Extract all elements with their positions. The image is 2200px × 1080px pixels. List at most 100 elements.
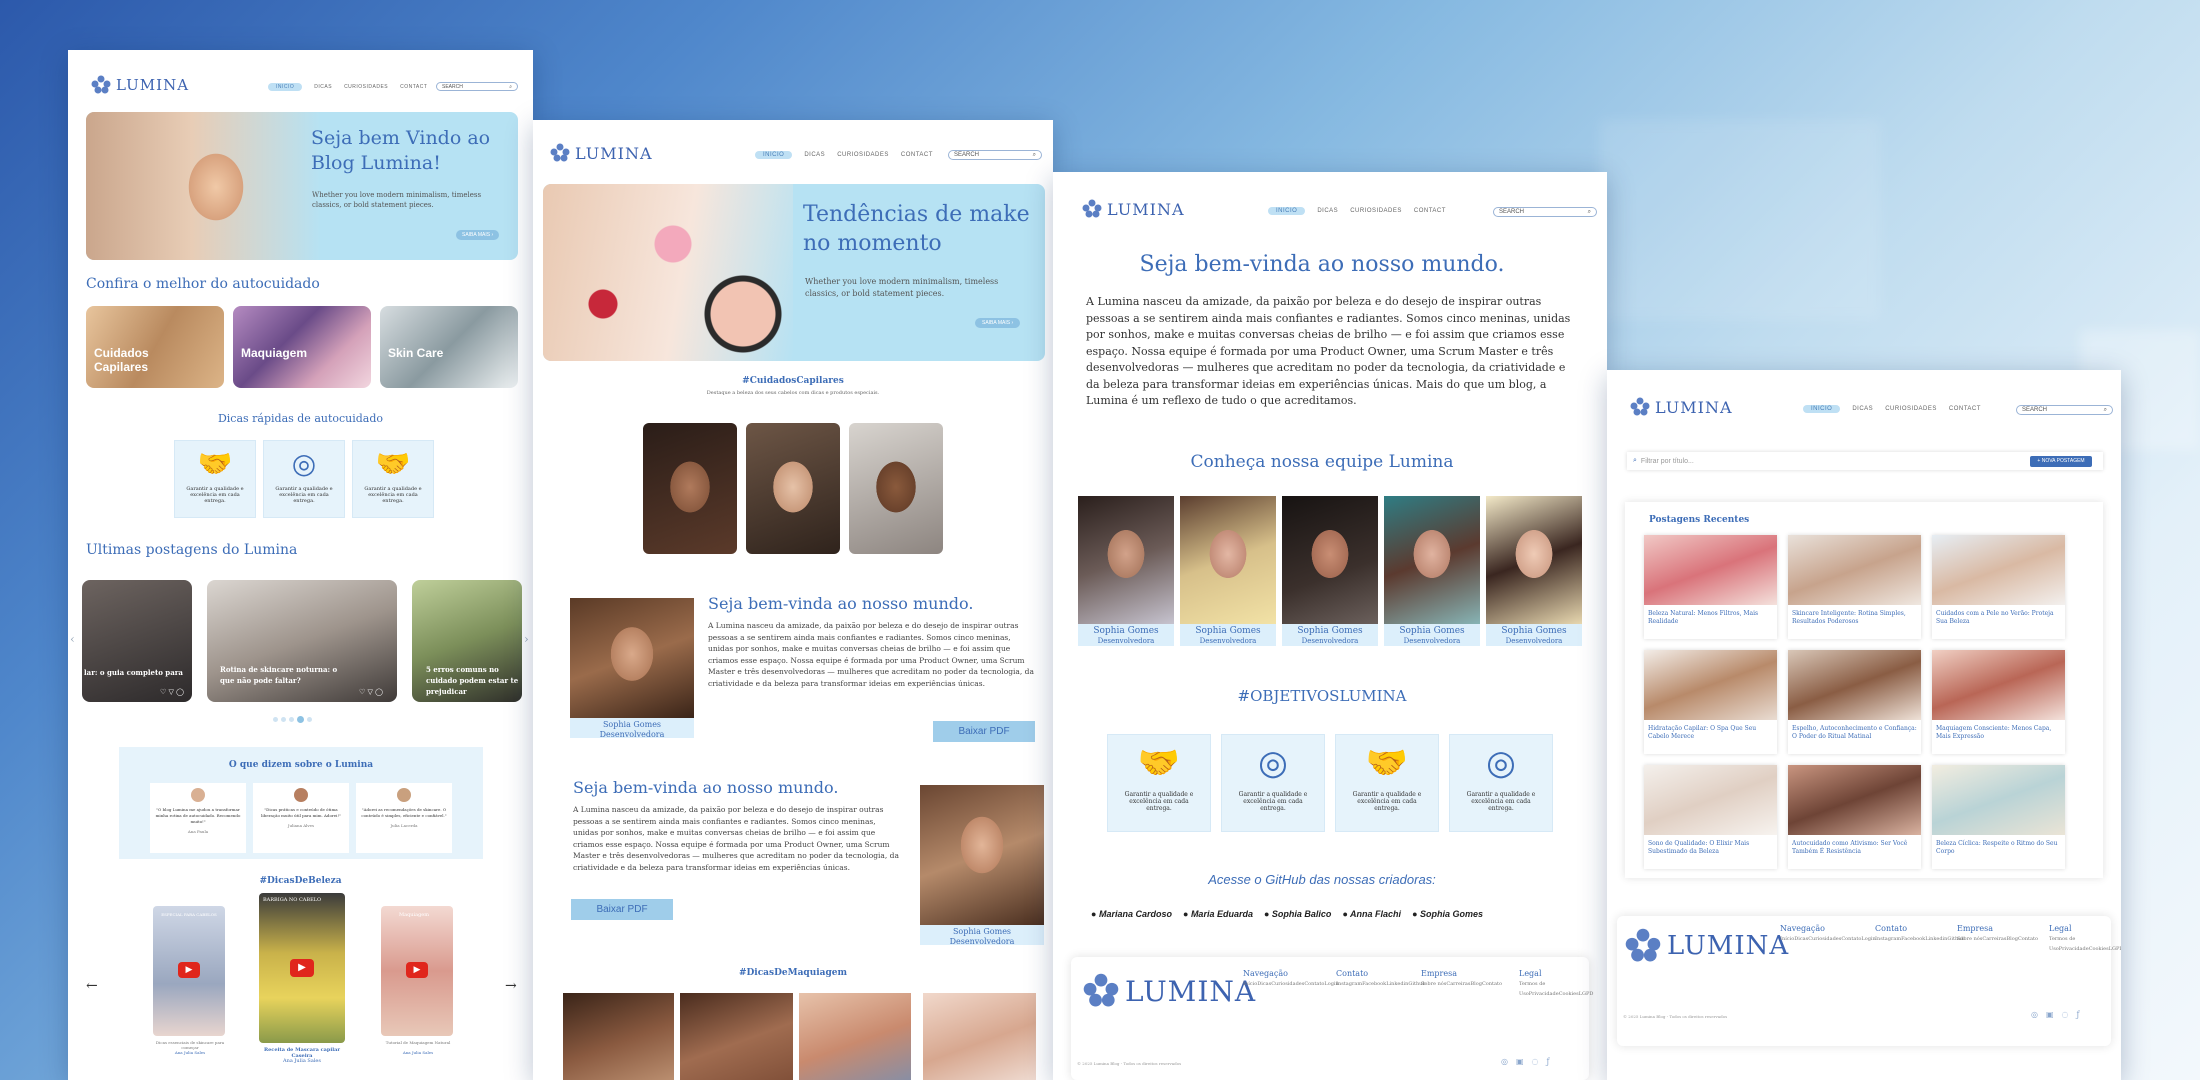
whatsapp-icon[interactable]: ◌ <box>2062 1010 2069 1019</box>
facebook-icon[interactable]: ƒ <box>2077 1010 2080 1019</box>
reel-author[interactable]: Ana Julia Sales <box>148 1050 232 1055</box>
logo[interactable]: LUMINA <box>549 142 653 164</box>
search-input[interactable]: SEARCH ⌕ <box>948 150 1042 160</box>
nav-dicas[interactable]: DICAS <box>804 152 825 158</box>
page2-screen: LUMINA INICIO DICAS CURIOSIDADES CONTACT… <box>533 120 1053 1080</box>
whatsapp-icon[interactable]: ◌ <box>1532 1057 1539 1066</box>
search-icon: ⌕ <box>1587 208 1591 215</box>
flower-logo-icon <box>550 143 570 162</box>
linkedin-icon[interactable]: ▣ <box>2046 1010 2054 1019</box>
instagram-icon[interactable]: ◎ <box>1501 1057 1508 1066</box>
prev-arrow[interactable]: ← <box>86 978 98 994</box>
linkedin-icon[interactable]: ▣ <box>1516 1057 1524 1066</box>
nav-curiosidades[interactable]: CURIOSIDADES <box>837 152 889 158</box>
logo[interactable]: LUMINA <box>1629 396 1733 418</box>
post-title: Autocuidado como Ativismo: Ser Você Tamb… <box>1792 840 1908 855</box>
post-card[interactable]: Maquiagem Consciente: Menos Capa, Mais E… <box>1932 650 2065 754</box>
search-input[interactable]: SEARCH ⌕ <box>2016 405 2113 415</box>
carousel-dots[interactable] <box>273 716 312 723</box>
reel-card[interactable]: BARBIGA NO CABELO ▶ <box>259 893 345 1043</box>
about-title: Seja bem-vinda ao nosso mundo. <box>708 594 974 613</box>
post-image <box>1788 650 1921 720</box>
post-card[interactable]: Hidratação Capilar: O Spa Que Seu Cabelo… <box>1644 650 1777 754</box>
reel-card[interactable]: Maquiagem ▶ <box>381 906 453 1036</box>
nav-curiosidades[interactable]: CURIOSIDADES <box>1885 406 1937 412</box>
next-arrow[interactable]: → <box>505 978 517 994</box>
github-link[interactable]: ● Sophia Balico <box>1264 909 1331 919</box>
post-card[interactable]: Rotina de skincare noturna: o que não po… <box>207 580 397 702</box>
footer-logo[interactable]: LUMINA <box>1081 971 1256 1011</box>
github-link[interactable]: ● Anna Flachi <box>1342 909 1401 919</box>
nav-inicio[interactable]: INICIO <box>1803 405 1841 413</box>
hero-button[interactable]: SAIBA MAIS › <box>456 230 500 240</box>
post-card[interactable]: 5 erros comuns no cuidado podem estar te… <box>412 580 522 702</box>
nav-curiosidades[interactable]: CURIOSIDADES <box>344 84 388 90</box>
post-image <box>1788 535 1921 605</box>
logo[interactable]: LUMINA <box>1081 198 1185 220</box>
search-input[interactable]: SEARCH ⌕ <box>436 82 518 91</box>
avatar <box>191 788 205 802</box>
footer-logo[interactable]: LUMINA <box>1623 926 1789 966</box>
nav-curiosidades[interactable]: CURIOSIDADES <box>1350 208 1402 214</box>
next-arrow[interactable]: › <box>524 632 529 646</box>
post-card[interactable]: Beleza Natural: Menos Filtros, Mais Real… <box>1644 535 1777 639</box>
pdf-button[interactable]: Baixar PDF <box>933 721 1035 742</box>
category-card[interactable]: Skin Care <box>380 306 518 388</box>
nav-contact[interactable]: CONTACT <box>1949 406 1981 412</box>
model-photo <box>799 993 911 1080</box>
flower-logo-icon <box>1625 928 1661 962</box>
hero-button[interactable]: SAIBA MAIS › <box>975 318 1021 328</box>
category-card[interactable]: Maquiagem <box>233 306 371 388</box>
facebook-icon[interactable]: ƒ <box>1547 1057 1550 1066</box>
github-link[interactable]: ● Maria Eduarda <box>1183 909 1253 919</box>
post-card[interactable]: Skincare Inteligente: Rotina Simples, Re… <box>1788 535 1921 639</box>
about-text: A Lumina nasceu da amizade, da paixão po… <box>708 621 1034 688</box>
pdf-button[interactable]: Baixar PDF <box>571 899 673 920</box>
post-card[interactable]: Espelho, Autoconhecimento e Confiança: O… <box>1788 650 1921 754</box>
post-card[interactable]: Sono de Qualidade: O Elixir Mais Subesti… <box>1644 765 1777 869</box>
page4-screen: LUMINA INICIO DICAS CURIOSIDADES CONTACT… <box>1607 370 2121 1080</box>
post-icons[interactable]: ♡ ▽ ◯ <box>160 688 184 696</box>
footer-col: LegalTermos de UsoPrivacidadeCookiesLGPD <box>1519 969 1594 997</box>
nav-contact[interactable]: CONTACT <box>1414 208 1446 214</box>
logo[interactable]: LUMINA <box>90 74 189 96</box>
search-input[interactable]: SEARCH ⌕ <box>1493 207 1597 217</box>
nav-dicas[interactable]: DICAS <box>314 84 332 90</box>
reel-author[interactable]: Ana Julia Sales <box>376 1050 460 1055</box>
copyright: © 2025 Lumina Blog - Todos os direitos r… <box>1077 1061 1182 1066</box>
nav-dicas[interactable]: DICAS <box>1317 208 1338 214</box>
footer-col: Contato InstagramFacebookLinkedinGithub <box>1336 969 1426 987</box>
github-link[interactable]: ● Mariana Cardoso <box>1091 909 1172 919</box>
post-icons[interactable]: ♡ ▽ ◯ <box>359 688 383 696</box>
hero-title: Tendências de make no momento <box>803 202 1030 256</box>
post-card[interactable]: Beleza Cíclica: Respeite o Ritmo do Seu … <box>1932 765 2065 869</box>
copyright: © 2025 Lumina Blog - Todos os direitos r… <box>1623 1014 1728 1019</box>
post-image <box>1644 535 1777 605</box>
nav-inicio[interactable]: INICIO <box>1268 207 1306 215</box>
nav-contact[interactable]: CONTACT <box>901 152 933 158</box>
nav-inicio[interactable]: INICIO <box>755 151 793 159</box>
flower-logo-icon <box>1082 199 1102 218</box>
nav-dicas[interactable]: DICAS <box>1852 406 1873 412</box>
hero-banner: Tendências de make no momento Whether yo… <box>543 184 1045 361</box>
post-card[interactable]: Autocuidado como Ativismo: Ser Você Tamb… <box>1788 765 1921 869</box>
reel-card[interactable]: ESPECIAL PARA CABELOS ▶ <box>153 906 225 1036</box>
github-link[interactable]: ● Sophia Gomes <box>1412 909 1483 919</box>
search-icon: ⌕ <box>509 83 512 90</box>
model-photo <box>923 993 1036 1080</box>
instagram-icon[interactable]: ◎ <box>2031 1010 2038 1019</box>
new-post-button[interactable]: + NOVA POSTAGEM <box>2030 456 2092 467</box>
about-text: A Lumina nasceu da amizade, da paixão po… <box>1086 295 1571 407</box>
nav-inicio[interactable]: INICIO <box>268 83 303 91</box>
nav-contact[interactable]: CONTACT <box>400 84 427 90</box>
play-icon[interactable]: ▶ <box>406 962 428 978</box>
model-photo <box>680 993 793 1080</box>
post-card[interactable]: lar: o guia completo para ♡ ▽ ◯ <box>82 580 192 702</box>
play-icon[interactable]: ▶ <box>290 959 314 977</box>
post-card[interactable]: Cuidados com a Pele no Verão: Proteja Su… <box>1932 535 2065 639</box>
prev-arrow[interactable]: ‹ <box>70 632 75 646</box>
play-icon[interactable]: ▶ <box>178 962 200 978</box>
category-card[interactable]: Cuidados Capilares <box>86 306 224 388</box>
reel-author[interactable]: Ana Julia Sales <box>254 1058 350 1064</box>
hashtag-title: #CuidadosCapilares <box>742 376 844 386</box>
